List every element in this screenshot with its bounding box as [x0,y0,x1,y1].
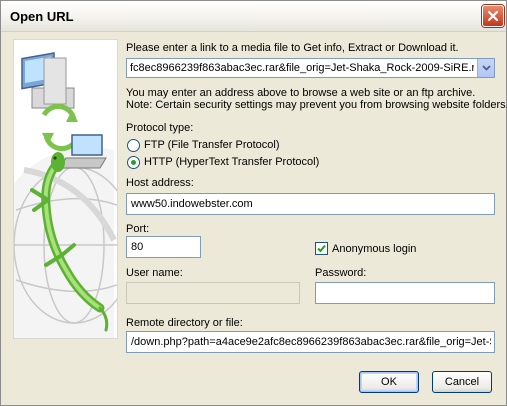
info-text-line2: Note: Certain security settings may prev… [126,99,507,111]
url-combobox-value[interactable]: fc8ec8966239f863abac3ec.rar&file_orig=Je… [130,62,474,74]
network-illustration [4,39,135,339]
protocol-type-label: Protocol type: [126,122,194,134]
port-label: Port: [126,223,150,235]
ok-button-label: OK [381,376,397,388]
cancel-button-label: Cancel [444,376,480,388]
ftp-radio[interactable] [127,139,140,152]
password-input[interactable] [315,282,495,304]
anonymous-login-checkbox[interactable] [315,242,328,255]
url-dropdown-button[interactable] [477,59,494,77]
port-value[interactable]: 80 [131,241,143,253]
title-bar[interactable]: Open URL [1,1,506,32]
open-url-dialog: Open URL Please enter a link to a media … [0,0,507,406]
host-address-value[interactable]: www50.indowebster.com [131,198,253,210]
user-name-input[interactable] [126,282,300,304]
ftp-radio-label[interactable]: FTP (File Transfer Protocol) [144,139,280,151]
checkmark-icon [317,244,326,253]
close-button[interactable] [482,5,504,27]
http-radio[interactable] [127,156,140,169]
url-prompt-label: Please enter a link to a media file to G… [126,42,459,54]
remote-path-label: Remote directory or file: [126,317,243,329]
url-combobox[interactable]: fc8ec8966239f863abac3ec.rar&file_orig=Je… [126,58,495,78]
host-address-label: Host address: [126,177,194,189]
http-radio-label[interactable]: HTTP (HyperText Transfer Protocol) [144,156,319,168]
close-icon [487,10,499,22]
port-input[interactable]: 80 [126,236,201,258]
user-name-label: User name: [126,267,183,279]
computer-icon [21,52,75,109]
dialog-title: Open URL [10,9,74,24]
chevron-down-icon [481,65,491,71]
password-label: Password: [315,267,367,279]
ok-button[interactable]: OK [359,371,419,393]
info-text-line1: You may enter an address above to browse… [126,87,476,99]
cancel-button[interactable]: Cancel [432,371,492,393]
anonymous-login-label[interactable]: Anonymous login [332,243,416,255]
remote-path-value[interactable]: /down.php?path=a4ace9e2afc8ec8966239f863… [131,336,491,348]
remote-path-input[interactable]: /down.php?path=a4ace9e2afc8ec8966239f863… [126,331,495,353]
host-address-input[interactable]: www50.indowebster.com [126,193,495,215]
